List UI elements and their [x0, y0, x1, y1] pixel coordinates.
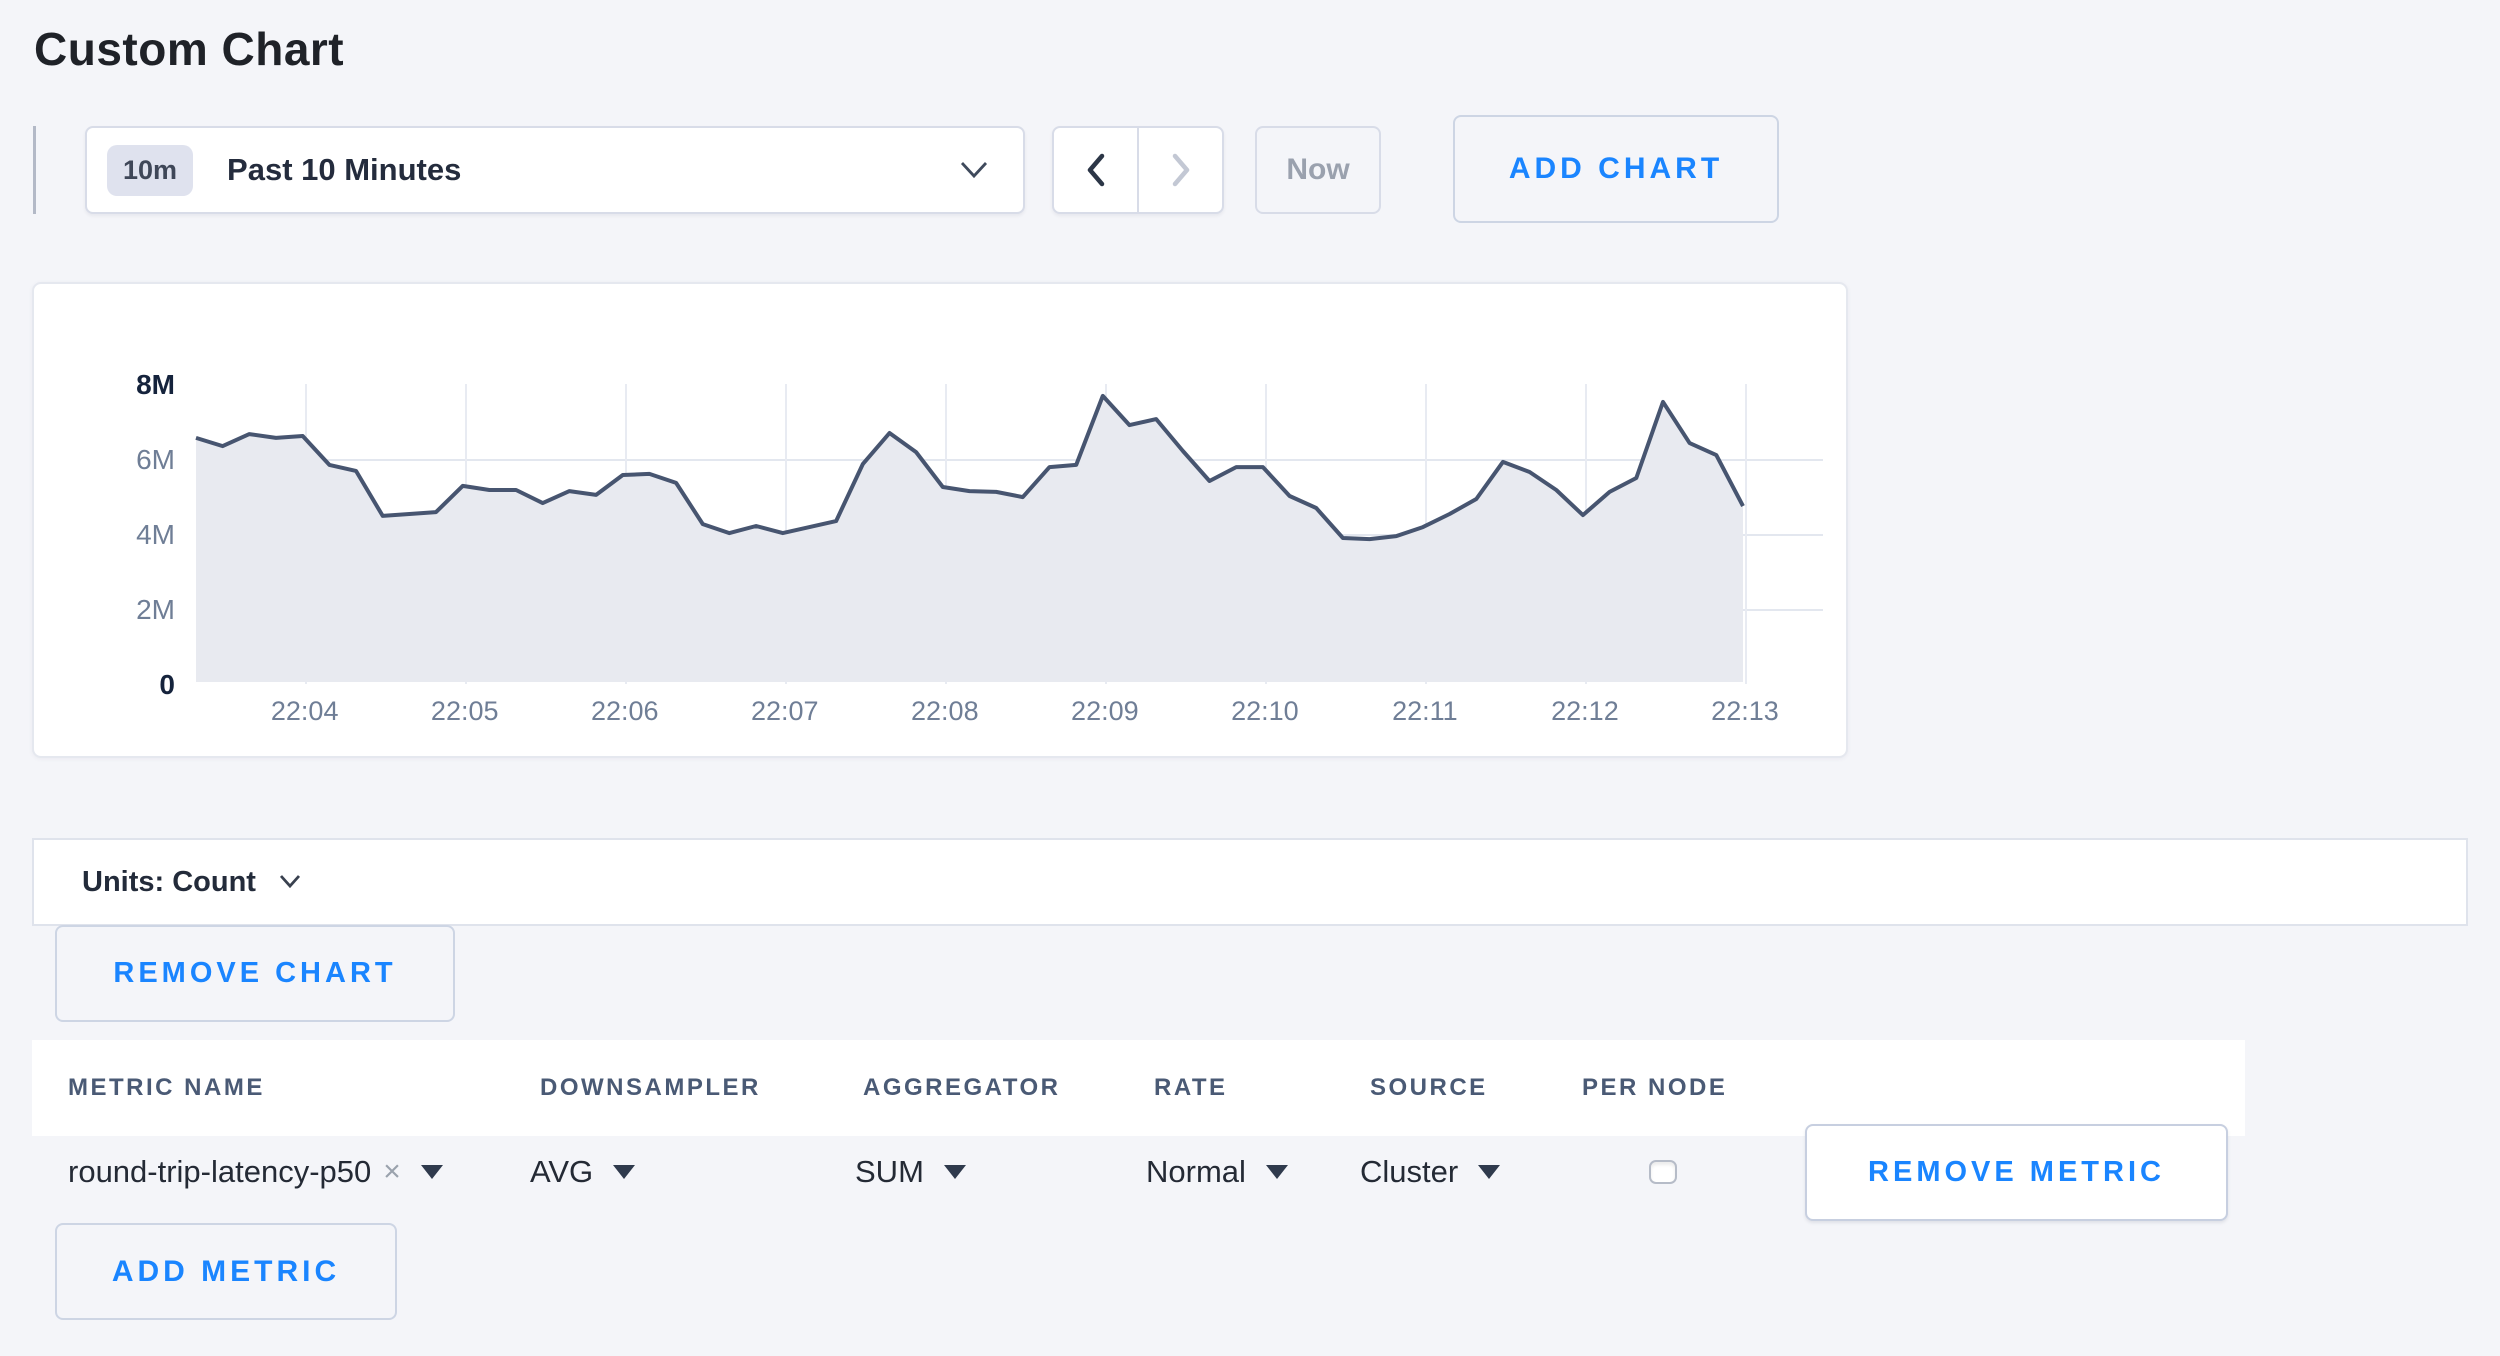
- gridline-vertical: [1585, 384, 1587, 684]
- time-range-label: Past 10 Minutes: [227, 152, 959, 188]
- x-axis-tick-label: 22:05: [431, 696, 499, 727]
- col-per-node: PER NODE: [1582, 1074, 1727, 1102]
- time-scale-badge: 10m: [107, 145, 193, 196]
- col-aggregator: AGGREGATOR: [863, 1074, 1060, 1102]
- caret-down-icon: [421, 1165, 443, 1179]
- chevron-down-icon: [959, 160, 989, 180]
- gridline-horizontal: [229, 534, 1823, 536]
- units-label: Units: Count: [82, 866, 256, 899]
- aggregator-value: SUM: [855, 1154, 924, 1190]
- caret-down-icon: [1266, 1165, 1288, 1179]
- custom-chart-page: Custom Chart 10m Past 10 Minutes Now ADD…: [0, 0, 2500, 1356]
- gridline-vertical: [625, 384, 627, 684]
- gridline-vertical: [1265, 384, 1267, 684]
- gridline-vertical: [1745, 384, 1747, 684]
- x-axis-tick-label: 22:08: [911, 696, 979, 727]
- chevron-down-icon: [278, 874, 302, 890]
- downsampler-value: AVG: [530, 1154, 593, 1190]
- col-rate: RATE: [1154, 1074, 1228, 1102]
- rate-dropdown[interactable]: Normal: [1146, 1154, 1288, 1190]
- gridline-vertical: [785, 384, 787, 684]
- x-axis-tick-label: 22:06: [591, 696, 659, 727]
- x-axis-tick-label: 22:07: [751, 696, 819, 727]
- rate-value: Normal: [1146, 1154, 1246, 1190]
- gridline-vertical: [1425, 384, 1427, 684]
- add-chart-button[interactable]: ADD CHART: [1453, 115, 1779, 223]
- y-axis-tick-label: 0: [159, 669, 175, 701]
- gridline-vertical: [465, 384, 467, 684]
- y-axis-tick-label: 8M: [136, 369, 175, 401]
- chevron-left-icon: [1083, 152, 1109, 188]
- metric-name-value: round-trip-latency-p50: [68, 1154, 371, 1190]
- col-source: SOURCE: [1370, 1074, 1488, 1102]
- gridline-vertical: [305, 384, 307, 684]
- aggregator-dropdown[interactable]: SUM: [855, 1154, 966, 1190]
- toolbar-divider: [33, 126, 36, 214]
- time-prev-button[interactable]: [1054, 128, 1137, 212]
- page-title: Custom Chart: [34, 22, 344, 76]
- gridline-vertical: [945, 384, 947, 684]
- now-button[interactable]: Now: [1255, 126, 1381, 214]
- source-dropdown[interactable]: Cluster: [1360, 1154, 1500, 1190]
- chart-card: 8M 6M 4M 2M 0 22:04 22:05 22:06 22:07 22:08 22:09 2…: [32, 282, 1848, 758]
- col-downsampler: DOWNSAMPLER: [540, 1074, 761, 1102]
- x-axis-tick-label: 22:10: [1231, 696, 1299, 727]
- metrics-table-header: METRIC NAME DOWNSAMPLER AGGREGATOR RATE …: [32, 1040, 2245, 1136]
- y-axis-tick-label: 4M: [136, 519, 175, 551]
- gridline-horizontal: [229, 459, 1823, 461]
- metric-name-dropdown[interactable]: round-trip-latency-p50 ×: [68, 1154, 443, 1190]
- time-next-button[interactable]: [1137, 128, 1222, 212]
- time-range-dropdown[interactable]: 10m Past 10 Minutes: [85, 126, 1025, 214]
- units-dropdown[interactable]: Units: Count: [32, 838, 2468, 926]
- chevron-right-icon: [1168, 152, 1194, 188]
- caret-down-icon: [1478, 1165, 1500, 1179]
- remove-chart-button[interactable]: REMOVE CHART: [55, 925, 455, 1022]
- remove-metric-tag-icon[interactable]: ×: [383, 1155, 401, 1189]
- caret-down-icon: [944, 1165, 966, 1179]
- x-axis-tick-label: 22:09: [1071, 696, 1139, 727]
- x-axis-tick-label: 22:04: [271, 696, 339, 727]
- downsampler-dropdown[interactable]: AVG: [530, 1154, 635, 1190]
- col-metric-name: METRIC NAME: [68, 1074, 265, 1102]
- x-axis-tick-label: 22:13: [1711, 696, 1779, 727]
- y-axis-tick-label: 6M: [136, 444, 175, 476]
- add-metric-button[interactable]: ADD METRIC: [55, 1223, 397, 1320]
- x-axis-tick-label: 22:11: [1392, 696, 1458, 727]
- time-nav-group: [1052, 126, 1224, 214]
- gridline-vertical: [1105, 384, 1107, 684]
- gridline-horizontal: [229, 609, 1823, 611]
- remove-metric-button[interactable]: REMOVE METRIC: [1805, 1124, 2228, 1221]
- caret-down-icon: [613, 1165, 635, 1179]
- per-node-checkbox[interactable]: [1649, 1160, 1677, 1184]
- y-axis-tick-label: 2M: [136, 594, 175, 626]
- x-axis-tick-label: 22:12: [1551, 696, 1619, 727]
- source-value: Cluster: [1360, 1154, 1458, 1190]
